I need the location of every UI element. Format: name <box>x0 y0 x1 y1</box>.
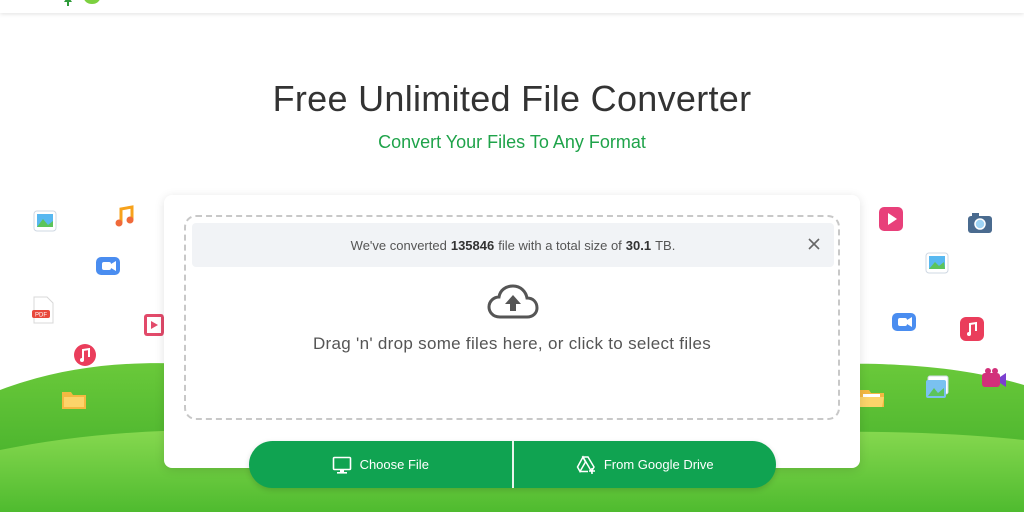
monitor-icon <box>332 456 351 474</box>
banner-prefix: We've converted <box>350 237 447 253</box>
close-icon[interactable] <box>806 236 822 252</box>
pdf-file-icon: PDF <box>32 296 54 324</box>
svg-text:PDF: PDF <box>35 313 47 319</box>
google-drive-label: From Google Drive <box>603 457 714 472</box>
camera-icon <box>968 213 992 233</box>
video-chat-icon <box>892 313 916 331</box>
upload-source-buttons: Choose File From Google Drive <box>249 441 776 488</box>
page: PDF Free Unlimited File Converter Conver… <box>0 0 1024 512</box>
stats-banner: We've converted 135846 file with a total… <box>192 223 834 267</box>
music-player-icon <box>960 317 984 341</box>
open-folder-icon <box>860 390 884 407</box>
top-navbar <box>0 0 1024 13</box>
converted-total-size: 30.1 <box>625 237 652 253</box>
logo-icon[interactable] <box>64 0 72 6</box>
video-camera-icon <box>96 257 120 275</box>
photo-gallery-icon <box>926 375 949 398</box>
choose-file-label: Choose File <box>359 457 429 472</box>
banner-suffix: TB. <box>655 237 676 253</box>
logo-mark[interactable] <box>84 0 100 4</box>
google-drive-icon <box>576 454 595 474</box>
music-app-icon <box>74 344 96 366</box>
banner-middle: file with a total size of <box>498 237 622 253</box>
image-file-icon <box>33 210 57 232</box>
file-dropzone[interactable]: We've converted 135846 file with a total… <box>184 215 840 420</box>
play-video-icon <box>879 207 903 231</box>
google-drive-button[interactable]: From Google Drive <box>514 441 777 488</box>
converted-file-count: 135846 <box>450 237 495 253</box>
upload-card: We've converted 135846 file with a total… <box>164 195 860 468</box>
choose-file-button[interactable]: Choose File <box>249 441 512 488</box>
video-file-icon <box>144 314 164 336</box>
landscape-image-icon <box>925 252 949 274</box>
page-title: Free Unlimited File Converter <box>272 78 752 119</box>
folder-icon <box>62 392 86 409</box>
dropzone-instruction: Drag 'n' drop some files here, or click … <box>312 334 712 353</box>
cloud-upload-icon <box>487 284 539 319</box>
page-subtitle: Convert Your Files To Any Format <box>378 132 646 152</box>
video-recorder-icon <box>982 368 1006 387</box>
music-note-icon <box>115 205 134 227</box>
